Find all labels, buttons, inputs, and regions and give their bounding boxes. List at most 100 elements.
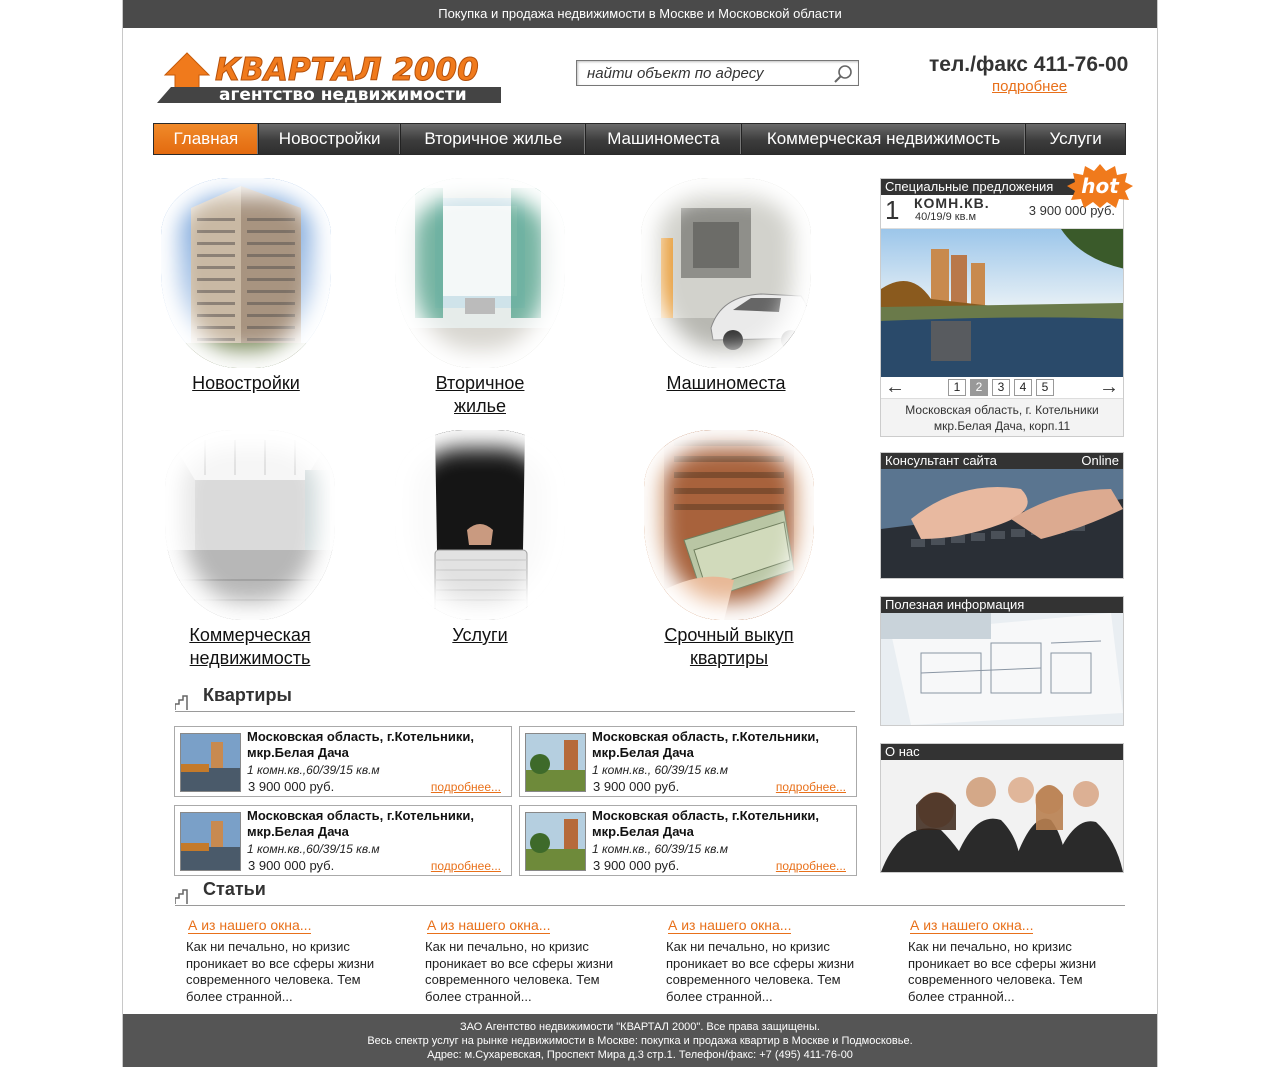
apartment-more-link[interactable]: подробнее... (431, 859, 501, 873)
apartment-price: 3 900 000 руб. (248, 779, 335, 794)
category-new-buildings[interactable]: Новостройки (161, 178, 331, 395)
apartment-price: 3 900 000 руб. (593, 858, 680, 873)
apartment-size: 1 комн.кв., 60/39/15 кв.м (592, 763, 728, 777)
consultant-box[interactable]: Консультант сайта Online (880, 452, 1124, 579)
apartment-card[interactable]: Московская область, г.Котельники, мкр.Бел… (174, 805, 512, 876)
arrow-right-icon[interactable]: → (1099, 377, 1119, 397)
apartment-card[interactable]: Московская область, г.Котельники, мкр.Бел… (519, 805, 857, 876)
logo-name: КВАРТАЛ 2000 (215, 52, 479, 88)
footer: ЗАО Агентство недвижимости "КВАРТАЛ 2000… (123, 1014, 1157, 1067)
page-4[interactable]: 4 (1014, 379, 1032, 396)
page-2[interactable]: 2 (970, 379, 988, 396)
category-label[interactable]: Вторичное жилье (395, 372, 565, 418)
article-item: А из нашего окна... Как ни печально, но … (186, 917, 386, 1005)
about-title: О нас (881, 744, 1123, 760)
site-logo[interactable]: КВАРТАЛ 2000 агентство недвижимости (151, 47, 501, 107)
commercial-image[interactable] (165, 430, 335, 620)
main-nav: Главная Новостройки Вторичное жилье Маши… (153, 123, 1126, 155)
article-item: А из нашего окна... Как ни печально, но … (666, 917, 866, 1005)
category-label[interactable]: Коммерческая недвижимость (165, 624, 335, 670)
article-title-link[interactable]: А из нашего окна... (668, 917, 792, 934)
apartment-thumbnail[interactable] (180, 733, 241, 792)
special-pager: ← 1 2 3 4 5 → (881, 377, 1123, 399)
special-address: Московская область, г. Котельники мкр.Бел… (881, 399, 1123, 436)
apartment-thumbnail[interactable] (180, 812, 241, 871)
buyout-image[interactable] (644, 430, 814, 620)
category-commercial[interactable]: Коммерческая недвижимость (165, 430, 335, 670)
search-input[interactable] (577, 61, 827, 85)
special-rooms: 1 (885, 195, 900, 225)
useful-info-image[interactable] (881, 613, 1123, 725)
category-label[interactable]: Услуги (395, 624, 565, 647)
apartments-heading-text: Квартиры (203, 685, 292, 705)
apartment-more-link[interactable]: подробнее... (776, 859, 846, 873)
category-label[interactable]: Новостройки (161, 372, 331, 395)
article-excerpt: Как ни печально, но кризис проникает во … (186, 939, 375, 1004)
logo-tagline: агентство недвижимости (219, 85, 467, 105)
apartment-size: 1 комн.кв., 60/39/15 кв.м (592, 842, 728, 856)
search-icon[interactable] (832, 63, 854, 85)
article-excerpt: Как ни печально, но кризис проникает во … (666, 939, 855, 1004)
apartments-heading: Квартиры (175, 685, 855, 712)
consultant-title: Консультант сайта Online (881, 453, 1123, 469)
page-3[interactable]: 3 (992, 379, 1010, 396)
page: Покупка и продажа недвижимости в Москве … (122, 0, 1158, 1067)
apartment-card[interactable]: Московская область, г.Котельники, мкр.Бел… (519, 726, 857, 797)
category-parking[interactable]: Машиноместа (641, 178, 811, 395)
article-item: А из нашего окна... Как ни печально, но … (425, 917, 625, 1005)
parking-image[interactable] (641, 178, 811, 368)
page-5[interactable]: 5 (1036, 379, 1054, 396)
useful-info-box[interactable]: Полезная информация (880, 596, 1124, 726)
article-item: А из нашего окна... Как ни печально, но … (908, 917, 1108, 1005)
article-excerpt: Как ни печально, но кризис проникает во … (908, 939, 1097, 1004)
secondary-image[interactable] (395, 178, 565, 368)
special-area: 40/19/9 кв.м (915, 211, 977, 223)
nav-parking[interactable]: Машиноместа (586, 124, 742, 154)
category-label[interactable]: Машиноместа (641, 372, 811, 395)
phone-number: тел./факс 411-76-00 (929, 53, 1129, 76)
article-title-link[interactable]: А из нашего окна... (427, 917, 551, 934)
consultant-image[interactable] (881, 469, 1123, 578)
special-offers-box: Специальные предложения 1 КОМН.КВ. 40/19… (880, 178, 1124, 437)
apartment-more-link[interactable]: подробнее... (431, 780, 501, 794)
nav-commercial[interactable]: Коммерческая недвижимость (742, 124, 1027, 154)
category-secondary[interactable]: Вторичное жилье (395, 178, 565, 418)
footer-services: Весь спектр услуг на рынке недвижимости … (367, 1035, 913, 1047)
page-1[interactable]: 1 (948, 379, 966, 396)
apartment-card[interactable]: Московская область, г.Котельники, мкр.Бел… (174, 726, 512, 797)
apartment-price: 3 900 000 руб. (248, 858, 335, 873)
nav-new-buildings[interactable]: Новостройки (259, 124, 402, 154)
phone-more-link[interactable]: подробнее (992, 78, 1067, 95)
about-box[interactable]: О нас (880, 743, 1124, 873)
apartment-size: 1 комн.кв.,60/39/15 кв.м (247, 763, 380, 777)
nav-services[interactable]: Услуги (1026, 124, 1125, 154)
apartment-more-link[interactable]: подробнее... (776, 780, 846, 794)
footer-copyright: ЗАО Агентство недвижимости "КВАРТАЛ 2000… (460, 1021, 820, 1033)
arrow-left-icon[interactable]: ← (885, 377, 905, 397)
articles-heading-text: Статьи (203, 879, 266, 899)
nav-secondary[interactable]: Вторичное жилье (401, 124, 587, 154)
nav-home[interactable]: Главная (154, 124, 259, 154)
special-offer-photo[interactable] (881, 229, 1123, 377)
building-icon (175, 889, 188, 904)
apartment-thumbnail[interactable] (525, 733, 586, 792)
useful-info-title: Полезная информация (881, 597, 1123, 613)
new-buildings-image[interactable] (161, 178, 331, 368)
apartment-address: Московская область, г.Котельники, мкр.Бел… (592, 729, 819, 760)
apartment-thumbnail[interactable] (525, 812, 586, 871)
special-type: КОМН.КВ. (914, 195, 990, 211)
services-image[interactable] (395, 430, 565, 620)
articles-heading: Статьи (175, 879, 1125, 906)
team-photo[interactable] (881, 760, 1123, 872)
apartment-address: Московская область, г.Котельники, мкр.Бел… (592, 808, 819, 839)
building-icon (175, 695, 188, 710)
search-box (576, 60, 859, 86)
article-title-link[interactable]: А из нашего окна... (910, 917, 1034, 934)
category-label[interactable]: Срочный выкуп квартиры (644, 624, 814, 670)
category-services[interactable]: Услуги (395, 430, 565, 647)
apartment-address: Московская область, г.Котельники, мкр.Бел… (247, 729, 474, 760)
category-buyout[interactable]: Срочный выкуп квартиры (644, 430, 814, 670)
page-numbers: 1 2 3 4 5 (948, 379, 1054, 396)
article-title-link[interactable]: А из нашего окна... (188, 917, 312, 934)
hot-badge-icon: hot (1067, 164, 1133, 208)
